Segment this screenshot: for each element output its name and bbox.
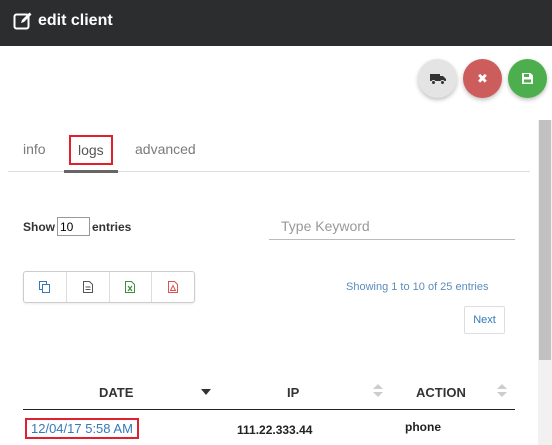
ip-cell: 111.22.333.44 [237,423,313,437]
document-icon [82,281,93,293]
entries-count-input[interactable] [57,217,90,236]
entries-label: entries [92,219,132,234]
close-icon: ✖ [477,70,488,86]
export-button-group [23,271,195,303]
copy-button[interactable] [24,272,67,302]
sort-desc-icon[interactable] [201,389,211,395]
pdf-button[interactable] [152,272,194,302]
sort-icon[interactable] [497,384,507,398]
sort-icon[interactable] [373,384,383,398]
header-bar: edit client [0,0,552,46]
truck-icon [429,73,446,85]
table-info: Showing 1 to 10 of 25 entries [346,281,489,293]
tab-bar: info logs advanced [8,128,530,173]
table-row: 12/04/17 5:58 AM 111.22.333.44 phone [23,410,515,445]
action-cell: phone [405,420,441,434]
active-tab-indicator [64,170,118,173]
cancel-button[interactable]: ✖ [463,59,502,98]
scrollbar-thumb[interactable] [539,120,551,360]
column-header-ip[interactable]: IP [287,385,299,400]
search-input[interactable] [269,212,515,240]
vertical-scrollbar[interactable] [538,120,552,445]
floppy-icon [522,73,533,84]
pdf-icon [168,281,179,293]
excel-button[interactable] [110,272,153,302]
date-cell-link[interactable]: 12/04/17 5:58 AM [25,418,139,439]
entries-length-control: Show entries [23,217,131,236]
tab-info[interactable]: info [23,141,46,157]
column-header-action[interactable]: ACTION [416,385,466,400]
show-label: Show [23,219,55,234]
truck-button[interactable] [418,59,457,98]
column-header-date[interactable]: DATE [99,385,133,400]
excel-icon [125,281,136,293]
edit-icon [13,12,32,30]
table-header: DATE IP ACTION [23,375,515,410]
tab-logs[interactable]: logs [69,135,113,165]
save-button[interactable] [508,59,547,98]
csv-button[interactable] [67,272,110,302]
page-title: edit client [38,12,113,29]
tab-advanced[interactable]: advanced [135,141,196,157]
next-page-button[interactable]: Next [464,306,505,334]
copy-icon [39,281,51,293]
